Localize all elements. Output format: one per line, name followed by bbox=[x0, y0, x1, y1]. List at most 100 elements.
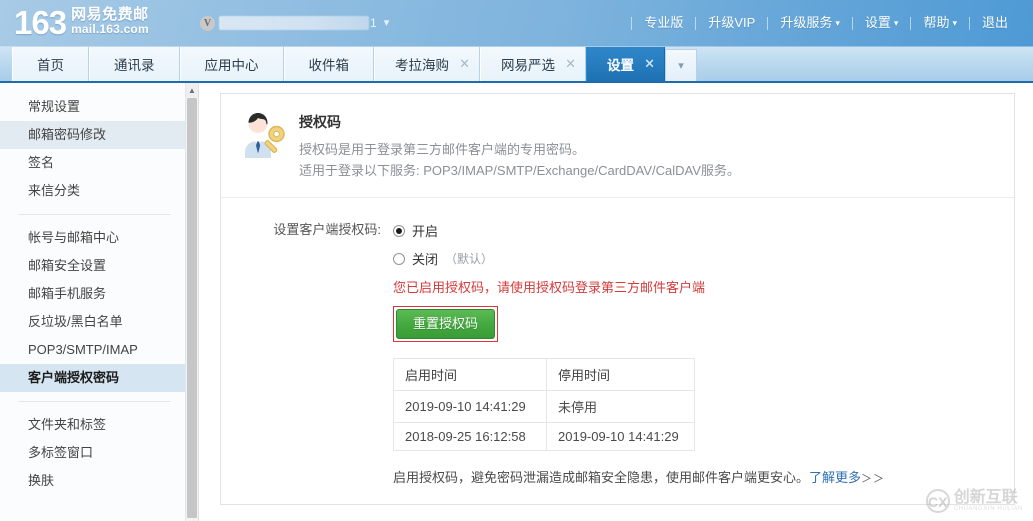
sidebar-item-security[interactable]: 邮箱安全设置 bbox=[0, 252, 185, 280]
sidebar-item-label: 帐号与邮箱中心 bbox=[28, 230, 120, 245]
nav-label: 退出 bbox=[981, 15, 1008, 30]
sidebar-item-label: 客户端授权密码 bbox=[28, 370, 120, 385]
sidebar-item-label: POP3/SMTP/IMAP bbox=[28, 342, 138, 357]
nav-label: 帮助 bbox=[923, 14, 950, 30]
sidebar-item-change-password[interactable]: 邮箱密码修改 bbox=[0, 121, 185, 149]
sidebar-item-general[interactable]: 常规设置 bbox=[0, 93, 185, 121]
table-row: 2018-09-25 16:12:58 2019-09-10 14:41:29 bbox=[393, 422, 695, 451]
sidebar-item-antispam[interactable]: 反垃圾/黑白名单 bbox=[0, 308, 185, 336]
user-account-menu[interactable]: V 1 ▾ bbox=[200, 11, 389, 35]
tab-label: 首页 bbox=[37, 58, 64, 73]
radio-on-indicator[interactable] bbox=[393, 224, 405, 237]
tab-inbox[interactable]: 收件箱 bbox=[283, 47, 374, 81]
cell-disabled-time: 2019-09-10 14:41:29 bbox=[546, 422, 695, 451]
chevron-down-icon: ▾ bbox=[952, 17, 957, 28]
sidebar-item-multi-tab-window[interactable]: 多标签窗口 bbox=[0, 439, 185, 467]
sidebar-item-signature[interactable]: 签名 bbox=[0, 149, 185, 177]
logo-brand-cn: 网易免费邮 bbox=[71, 6, 149, 23]
main-content: 授权码 授权码是用于登录第三方邮件客户端的专用密码。 适用于登录以下服务: PO… bbox=[200, 83, 1033, 521]
sidebar-item-account-center[interactable]: 帐号与邮箱中心 bbox=[0, 224, 185, 252]
nav-divider bbox=[968, 16, 970, 30]
sidebar-scrollbar[interactable]: ▲ bbox=[186, 83, 199, 521]
sidebar-item-label: 换肤 bbox=[28, 473, 55, 488]
site-logo[interactable]: 163 网易免费邮 mail.163.com bbox=[14, 3, 149, 43]
page-body: 常规设置 邮箱密码修改 签名 来信分类 帐号与邮箱中心 邮箱安全设置 邮箱手机服… bbox=[0, 83, 1033, 521]
tab-contacts[interactable]: 通讯录 bbox=[89, 47, 180, 81]
nav-item-professional[interactable]: 专业版 bbox=[633, 14, 694, 32]
sidebar-item-client-auth-password[interactable]: 客户端授权密码 bbox=[0, 364, 185, 392]
sidebar-item-label: 签名 bbox=[28, 155, 55, 170]
sidebar-item-folders-tags[interactable]: 文件夹和标签 bbox=[0, 411, 185, 439]
learn-more-arrows: ＞＞ bbox=[861, 473, 886, 485]
cell-enabled-time: 2019-09-10 14:41:29 bbox=[393, 390, 547, 423]
close-icon[interactable]: × bbox=[644, 58, 655, 71]
reset-button-annotation-wrap: 重置授权码 bbox=[393, 306, 499, 342]
sidebar-item-pop3-smtp-imap[interactable]: POP3/SMTP/IMAP bbox=[0, 336, 185, 364]
tab-label: 考拉海购 bbox=[395, 58, 449, 73]
vip-badge-icon: V bbox=[200, 15, 215, 31]
sidebar-item-mail-filter[interactable]: 来信分类 bbox=[0, 177, 185, 205]
cell-disabled-time: 未停用 bbox=[546, 390, 695, 423]
radio-on-label: 开启 bbox=[412, 224, 439, 239]
panel-description-line2: 适用于登录以下服务: POP3/IMAP/SMTP/Exchange/CardD… bbox=[299, 163, 740, 178]
nav-item-logout[interactable]: 退出 bbox=[971, 14, 1019, 32]
chevron-down-icon: ▾ bbox=[383, 16, 390, 29]
tab-label: 通讯录 bbox=[114, 58, 155, 73]
tab-label: 收件箱 bbox=[308, 58, 350, 73]
close-icon[interactable]: × bbox=[459, 58, 470, 71]
nav-divider bbox=[631, 16, 633, 30]
column-header-enabled-time: 启用时间 bbox=[393, 358, 547, 391]
top-nav: 专业版 升级VIP 升级服务 ▾ 设置 ▾ 帮助 ▾ 退出 bbox=[630, 13, 1019, 33]
nav-item-help[interactable]: 帮助 ▾ bbox=[912, 14, 968, 33]
tab-list-dropdown-button[interactable]: ▾ bbox=[665, 49, 697, 81]
tab-label: 设置 bbox=[607, 58, 634, 73]
sidebar-item-mobile-service[interactable]: 邮箱手机服务 bbox=[0, 280, 185, 308]
reset-auth-code-button[interactable]: 重置授权码 bbox=[396, 309, 496, 339]
nav-item-settings[interactable]: 设置 ▾ bbox=[854, 14, 910, 33]
nav-divider bbox=[695, 16, 697, 30]
tab-settings[interactable]: 设置 × bbox=[586, 47, 665, 81]
username-tail: 1 bbox=[370, 16, 377, 30]
nav-divider bbox=[910, 16, 912, 30]
nav-item-upgrade-vip[interactable]: 升级VIP bbox=[697, 14, 766, 32]
nav-label: 升级VIP bbox=[708, 15, 756, 30]
cell-enabled-time: 2018-09-25 16:12:58 bbox=[393, 422, 547, 451]
auth-code-panel: 授权码 授权码是用于登录第三方邮件客户端的专用密码。 适用于登录以下服务: PO… bbox=[220, 93, 1015, 505]
scrollbar-thumb[interactable] bbox=[187, 98, 197, 518]
sidebar-item-label: 多标签窗口 bbox=[28, 445, 94, 460]
panel-body: 设置客户端授权码: 开启 关闭 （默认） 您已启用授权码，请使用授权码登录第三方… bbox=[221, 198, 1014, 489]
auth-code-history-table: 启用时间 停用时间 2019-09-10 14:41:29 未停用 2018-0… bbox=[393, 358, 695, 451]
app-header: 163 网易免费邮 mail.163.com V 1 ▾ 专业版 升级VIP 升… bbox=[0, 0, 1033, 47]
nav-label: 专业版 bbox=[644, 15, 684, 30]
radio-off-indicator[interactable] bbox=[393, 252, 405, 265]
sidebar-item-label: 文件夹和标签 bbox=[28, 417, 107, 432]
nav-label: 设置 bbox=[864, 14, 891, 30]
table-row: 2019-09-10 14:41:29 未停用 bbox=[393, 390, 695, 423]
nav-item-upgrade-service[interactable]: 升级服务 ▾ bbox=[769, 14, 851, 33]
sidebar-item-skin[interactable]: 换肤 bbox=[0, 467, 185, 495]
learn-more-link[interactable]: 了解更多 bbox=[809, 470, 861, 485]
chevron-up-icon[interactable]: ▲ bbox=[186, 83, 198, 97]
panel-description-line1: 授权码是用于登录第三方邮件客户端的专用密码。 bbox=[299, 142, 586, 157]
radio-option-on[interactable]: 开启 bbox=[393, 220, 1014, 241]
chevron-down-icon: ▾ bbox=[893, 17, 899, 28]
chevron-down-icon: ▾ bbox=[678, 60, 684, 72]
sidebar-divider bbox=[18, 401, 171, 402]
panel-footer-note: 启用授权码，避免密码泄漏造成邮箱安全隐患，使用邮件客户端更安心。了解更多＞＞ bbox=[393, 468, 1014, 489]
form-label-client-auth-code: 设置客户端授权码: bbox=[273, 222, 381, 237]
radio-option-off[interactable]: 关闭 （默认） bbox=[393, 248, 1014, 269]
sidebar-item-label: 邮箱密码修改 bbox=[28, 127, 107, 142]
close-icon[interactable]: × bbox=[565, 58, 576, 71]
sidebar-item-label: 邮箱安全设置 bbox=[28, 258, 107, 273]
tab-home[interactable]: 首页 bbox=[12, 47, 89, 81]
tab-yanxuan[interactable]: 网易严选 × bbox=[480, 47, 586, 81]
tab-bar: 首页 通讯录 应用中心 收件箱 考拉海购 × 网易严选 × 设置 × ▾ bbox=[0, 47, 1033, 83]
logo-domain: mail.163.com bbox=[71, 22, 149, 37]
tab-kaola[interactable]: 考拉海购 × bbox=[374, 47, 480, 81]
sidebar-item-label: 常规设置 bbox=[28, 99, 81, 114]
form-field: 开启 关闭 （默认） 您已启用授权码，请使用授权码登录第三方邮件客户端 重置授权… bbox=[393, 220, 1014, 489]
username-redacted bbox=[219, 16, 369, 30]
tab-app-center[interactable]: 应用中心 bbox=[179, 47, 284, 81]
sidebar-item-label: 反垃圾/黑白名单 bbox=[28, 314, 123, 329]
nav-divider bbox=[767, 16, 769, 30]
